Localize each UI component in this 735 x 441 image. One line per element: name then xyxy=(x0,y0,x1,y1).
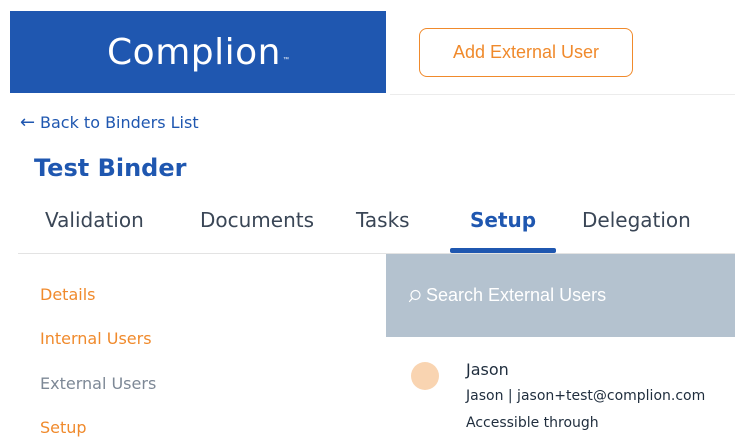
search-icon xyxy=(408,289,421,302)
binder-tabs: Validation Documents Tasks Setup Delegat… xyxy=(0,196,735,254)
search-external-users-bar xyxy=(386,254,735,337)
page-title: Test Binder xyxy=(34,154,187,182)
header-divider xyxy=(390,94,735,95)
sidebar-item-details[interactable]: Details xyxy=(40,285,95,304)
user-name: Jason xyxy=(466,360,509,379)
tab-setup[interactable]: Setup xyxy=(470,208,536,232)
tab-delegation[interactable]: Delegation xyxy=(582,208,691,232)
user-name-email: Jason | jason+test@complion.com xyxy=(466,388,706,404)
back-to-binders-link[interactable]: ← Back to Binders List xyxy=(20,113,199,132)
tab-validation[interactable]: Validation xyxy=(45,208,144,232)
sidebar-item-setup[interactable]: Setup xyxy=(40,418,87,437)
tab-documents[interactable]: Documents xyxy=(200,208,314,232)
logo-trademark: ™ xyxy=(282,57,289,63)
external-user-card[interactable]: Jason Jason | jason+test@complion.com Ac… xyxy=(386,337,735,441)
avatar xyxy=(411,362,439,390)
sidebar-item-internal-users[interactable]: Internal Users xyxy=(40,329,152,348)
user-access-text: Accessible through xyxy=(466,415,599,431)
logo-text: Complion xyxy=(107,31,281,73)
sidebar-item-external-users[interactable]: External Users xyxy=(40,374,156,393)
tab-tasks[interactable]: Tasks xyxy=(356,208,410,232)
arrow-left-icon: ← xyxy=(20,111,36,133)
back-link-label: Back to Binders List xyxy=(40,113,199,132)
logo-banner: Complion ™ xyxy=(10,11,386,93)
search-input[interactable] xyxy=(426,285,726,306)
add-external-user-button[interactable]: Add External User xyxy=(419,28,633,77)
